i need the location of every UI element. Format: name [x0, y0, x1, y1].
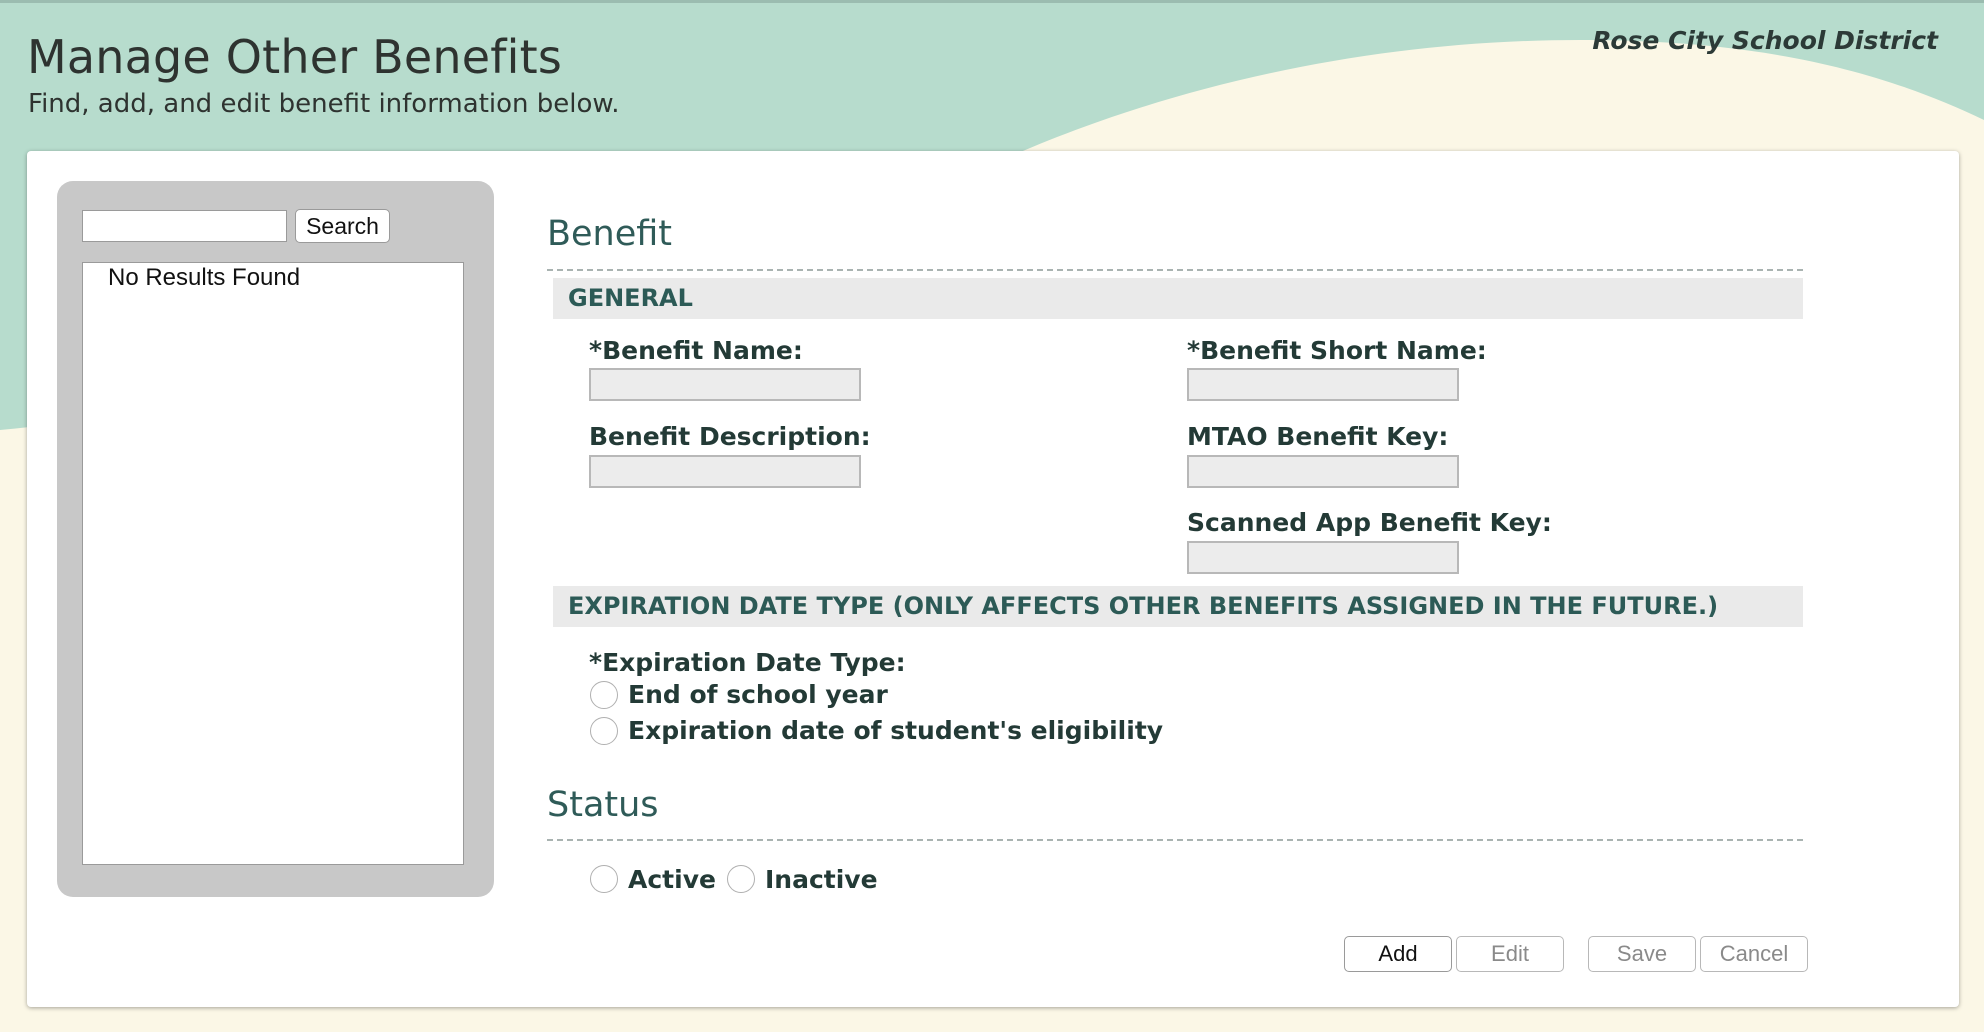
- search-results-list[interactable]: No Results Found: [82, 262, 464, 865]
- status-section-title: Status: [547, 785, 659, 825]
- scanned-app-benefit-key-field[interactable]: [1187, 541, 1459, 574]
- save-button[interactable]: Save: [1588, 936, 1696, 972]
- expiration-date-type-label: *Expiration Date Type:: [589, 648, 906, 677]
- general-heading: GENERAL: [553, 278, 1803, 319]
- benefit-divider: [547, 269, 1803, 271]
- benefit-section-title: Benefit: [547, 214, 673, 254]
- benefit-name-field[interactable]: [589, 368, 861, 401]
- active-label: Active: [628, 865, 716, 894]
- mtao-benefit-key-label: MTAO Benefit Key:: [1187, 422, 1449, 451]
- page-subtitle: Find, add, and edit benefit information …: [28, 89, 620, 119]
- end-of-school-year-radio[interactable]: [590, 681, 618, 709]
- page-title: Manage Other Benefits: [27, 30, 563, 84]
- edit-button[interactable]: Edit: [1456, 936, 1564, 972]
- add-button[interactable]: Add: [1344, 936, 1452, 972]
- benefit-description-label: Benefit Description:: [589, 422, 871, 451]
- search-button[interactable]: Search: [295, 209, 390, 243]
- benefit-description-field[interactable]: [589, 455, 861, 488]
- expiration-heading: EXPIRATION DATE TYPE (ONLY AFFECTS OTHER…: [553, 586, 1803, 627]
- mtao-benefit-key-field[interactable]: [1187, 455, 1459, 488]
- eligibility-expiration-label: Expiration date of student's eligibility: [628, 716, 1164, 745]
- inactive-label: Inactive: [765, 865, 878, 894]
- eligibility-expiration-radio[interactable]: [590, 717, 618, 745]
- inactive-radio[interactable]: [727, 865, 755, 893]
- active-radio[interactable]: [590, 865, 618, 893]
- benefit-short-name-label: *Benefit Short Name:: [1187, 336, 1487, 365]
- scanned-app-benefit-key-label: Scanned App Benefit Key:: [1187, 508, 1552, 537]
- benefit-short-name-field[interactable]: [1187, 368, 1459, 401]
- district-name: Rose City School District: [1592, 26, 1938, 55]
- benefit-name-label: *Benefit Name:: [589, 336, 803, 365]
- search-input[interactable]: [82, 210, 287, 242]
- status-divider: [547, 839, 1803, 841]
- cancel-button[interactable]: Cancel: [1700, 936, 1808, 972]
- no-results-text: No Results Found: [108, 264, 301, 291]
- end-of-school-year-label: End of school year: [628, 680, 888, 709]
